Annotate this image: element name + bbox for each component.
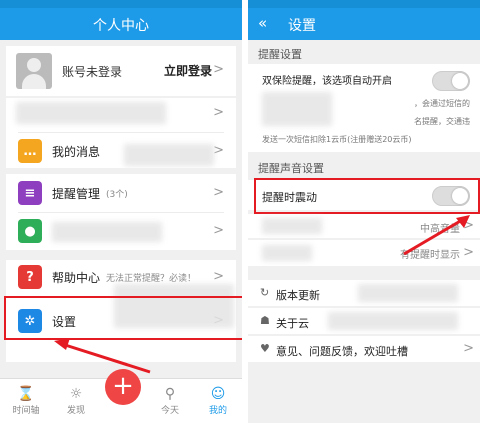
version-update-label: 版本更新 — [276, 289, 320, 302]
app-icon: ● — [18, 219, 42, 243]
add-button[interactable]: + — [105, 369, 141, 405]
help-subtitle: 无法正常提醒？必读！ — [106, 273, 197, 284]
dual-reminder-toggle[interactable] — [432, 71, 470, 91]
dual-reminder-row[interactable]: 双保险提醒，该选项自动开启 ，会通过短信的 名提醒，交通违 发送一次短信扣除1云… — [248, 64, 480, 152]
chevron-right-icon: > — [463, 341, 474, 356]
login-button[interactable]: 立即登录 — [164, 62, 212, 79]
avatar — [16, 53, 52, 89]
avatar-head-icon — [27, 58, 41, 72]
menu-item-label: 提醒管理 — [52, 186, 101, 201]
back-icon[interactable]: « — [258, 14, 267, 32]
menu-item-blurred-2[interactable]: ● > — [6, 216, 236, 246]
title-bar: 个人中心 — [0, 8, 242, 40]
bottom-nav: ⌛ 时间轴 ☼ 发现 + ⚲ 今天 ☺ 我的 — [0, 369, 242, 423]
about-label: 关于云 — [276, 317, 309, 330]
nav-label: 发现 — [66, 406, 85, 416]
blurred-content — [16, 102, 166, 124]
divider — [18, 212, 224, 213]
vibrate-highlight-box — [254, 178, 480, 214]
avatar-body-icon — [22, 74, 46, 89]
feedback-row[interactable]: ♥ 意见、问题反馈，欢迎吐槽 > — [248, 336, 480, 362]
menu-item-blurred-1[interactable]: > — [6, 98, 236, 128]
title-bar: « 设置 — [248, 8, 480, 40]
message-icon: … — [18, 139, 42, 163]
status-bar — [248, 0, 480, 8]
blurred-content — [262, 245, 312, 261]
account-status: 账号未登录 — [62, 65, 123, 79]
blurred-content — [124, 144, 214, 166]
person-icon: ☺ — [210, 386, 226, 402]
section-header: 提醒设置 — [258, 48, 302, 61]
nav-mine[interactable]: ☺ 我的 — [196, 385, 240, 416]
status-bar — [0, 0, 242, 8]
blurred-content — [262, 92, 332, 126]
hourglass-icon: ⌛ — [17, 386, 35, 402]
heart-icon: ♥ — [260, 342, 270, 355]
clipboard-icon: ≡ — [18, 181, 42, 205]
page-title: 个人中心 — [93, 18, 149, 34]
chevron-right-icon: > — [213, 223, 224, 238]
left-phone-screen: 个人中心 账号未登录 立即登录 > > … 我的消息 > ≡ 提醒管理 (3个)… — [0, 0, 242, 423]
chevron-right-icon: > — [213, 105, 224, 120]
refresh-icon: ↻ — [260, 286, 270, 299]
right-phone-screen: « 设置 提醒设置 双保险提醒，该选项自动开启 ，会通过短信的 名提醒，交通违 … — [248, 0, 480, 423]
nav-label: 我的 — [208, 406, 227, 416]
account-card[interactable]: 账号未登录 立即登录 > — [6, 46, 236, 96]
menu-item-label: 我的消息 — [52, 144, 101, 159]
nav-discover[interactable]: ☼ 发现 — [54, 385, 98, 416]
chevron-right-icon: > — [213, 185, 224, 200]
divider — [18, 132, 224, 133]
arrow-icon — [403, 215, 470, 256]
section-header: 提醒声音设置 — [258, 162, 324, 175]
chevron-right-icon: > — [213, 62, 224, 77]
chevron-right-icon: > — [213, 269, 224, 284]
nav-label: 时间轴 — [12, 406, 40, 416]
about-row[interactable]: ☗ 关于云 — [248, 308, 480, 334]
blurred-content — [262, 218, 322, 234]
dual-reminder-label: 双保险提醒，该选项自动开启 — [262, 76, 392, 87]
menu-item-reminders[interactable]: ≡ 提醒管理 (3个) > — [6, 178, 236, 208]
blurred-content — [52, 222, 162, 242]
feedback-label: 意见、问题反馈，欢迎吐槽 — [276, 345, 408, 358]
lightbulb-icon: ☼ — [69, 386, 83, 402]
blurred-content — [328, 312, 458, 330]
version-update-row[interactable]: ↻ 版本更新 — [248, 280, 480, 306]
blurred-content — [358, 284, 458, 302]
nav-today[interactable]: ⚲ 今天 — [148, 385, 192, 416]
menu-item-label: 帮助中心 — [52, 270, 101, 285]
sms-note: 名提醒，交通违 — [414, 117, 470, 126]
arrow-icon — [54, 338, 151, 374]
reminder-count: (3个) — [106, 189, 128, 200]
page-title: 设置 — [288, 18, 316, 34]
question-icon: ? — [18, 265, 42, 289]
android-icon: ☗ — [260, 314, 270, 327]
nav-label: 今天 — [160, 406, 179, 416]
pin-icon: ⚲ — [164, 386, 176, 402]
sms-note: ，会通过短信的 — [414, 99, 470, 108]
nav-timeline[interactable]: ⌛ 时间轴 — [4, 385, 48, 416]
sms-cost-note: 发送一次短信扣除1云币(注册赠送20云币) — [262, 135, 412, 144]
chevron-right-icon: > — [213, 143, 224, 158]
